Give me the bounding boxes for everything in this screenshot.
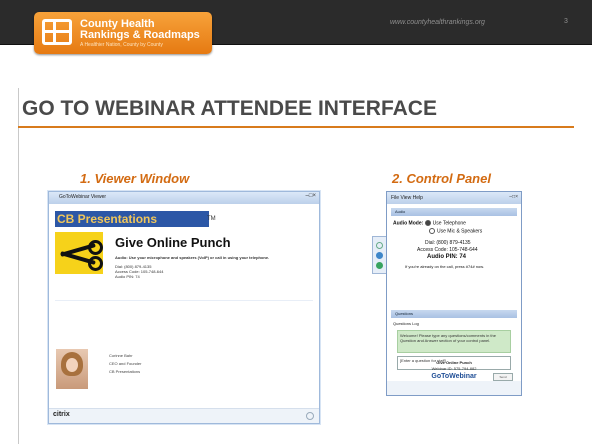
divider	[55, 300, 313, 301]
viewer-window: GoToWebinar Viewer –□× CB Presentations …	[48, 191, 320, 424]
viewer-footer: citrix	[49, 408, 319, 423]
questions-log-label: Questions Log	[393, 321, 419, 326]
cp-access-code: Access Code: 105-748-644	[417, 247, 478, 253]
slide-title: GO TO WEBINAR ATTENDEE INTERFACE	[22, 97, 437, 120]
event-title: Give Online Punch	[115, 235, 231, 250]
audio-section-header[interactable]: Audio	[391, 208, 517, 216]
cp-dial: Dial: (800) 879-4135	[425, 240, 471, 246]
title-underline	[18, 126, 574, 128]
dial-info: Dial: (800) 879-4135 Access Code: 105-74…	[115, 264, 163, 279]
presenter-name: Corinne Bahr	[109, 353, 133, 358]
control-footer: Give Online Punch Webinar ID: 575-794-88…	[387, 360, 521, 395]
menu-bar[interactable]: File View Help	[391, 195, 423, 201]
logo-line2: Rankings & Roadmaps	[80, 29, 200, 41]
viewer-titlebar: GoToWebinar Viewer –□×	[49, 192, 319, 204]
control-panel: File View Help –□× Audio Audio Mode: Use…	[386, 191, 522, 396]
audio-pin: Audio PIN: 74	[115, 274, 140, 279]
presenter-info: Corinne Bahr CEO and Founder CB Presenta…	[109, 352, 141, 376]
cp-event-title: Give Online Punch	[436, 360, 472, 365]
slide: County Health Rankings & Roadmaps A Heal…	[0, 0, 592, 444]
collapse-icon[interactable]	[376, 242, 383, 249]
opt-mic: Use Mic & Speakers	[437, 228, 483, 235]
website-url: www.countyhealthrankings.org	[390, 19, 485, 26]
questions-section-header[interactable]: Questions	[391, 310, 517, 318]
scissors-logo	[55, 232, 103, 274]
logo-map-icon	[42, 19, 72, 45]
caption-control-panel: 2. Control Panel	[392, 171, 491, 186]
mic-row: Use Mic & Speakers	[429, 228, 482, 234]
presenter-photo	[56, 349, 88, 389]
audio-instructions: Audio: Use your microphone and speakers …	[115, 255, 270, 260]
cp-webinar-id: Webinar ID: 575-794-882	[431, 366, 477, 371]
gotowebinar-logo: GoToWebinar	[431, 373, 477, 380]
citrix-logo: citrix	[53, 411, 70, 418]
trademark: TM	[207, 216, 216, 222]
left-divider	[18, 88, 19, 444]
window-controls[interactable]: –□×	[306, 193, 316, 199]
welcome-message: Welcome! Please type any questions/comme…	[397, 330, 511, 353]
radio-mic[interactable]	[429, 228, 435, 234]
control-titlebar: File View Help –□×	[387, 192, 521, 204]
presenter-role: CEO and Founder	[109, 361, 142, 366]
caption-viewer-window: 1. Viewer Window	[80, 171, 190, 186]
page-number: 3	[564, 18, 568, 25]
opt-telephone: Use Telephone	[432, 220, 466, 227]
logo-tagline: A Healthier Nation, County by County	[80, 42, 163, 48]
screen-icon[interactable]	[376, 252, 383, 259]
hand-raise-icon[interactable]	[376, 262, 383, 269]
settings-icon[interactable]	[306, 412, 314, 420]
already-on-call: If you're already on the call, press #74…	[405, 264, 485, 269]
panel-window-controls[interactable]: –□×	[509, 194, 518, 200]
viewer-title: GoToWebinar Viewer	[59, 194, 107, 200]
county-health-logo: County Health Rankings & Roadmaps A Heal…	[34, 12, 212, 54]
radio-telephone[interactable]	[424, 220, 431, 226]
audio-mode-label: Audio Mode:	[393, 220, 424, 227]
presenter-banner: CB Presentations	[55, 211, 209, 227]
presenter-org: CB Presentations	[109, 369, 141, 374]
audio-mode-row: Audio Mode: Use Telephone	[393, 220, 466, 226]
cp-audio-pin: Audio PIN: 74	[427, 254, 467, 260]
